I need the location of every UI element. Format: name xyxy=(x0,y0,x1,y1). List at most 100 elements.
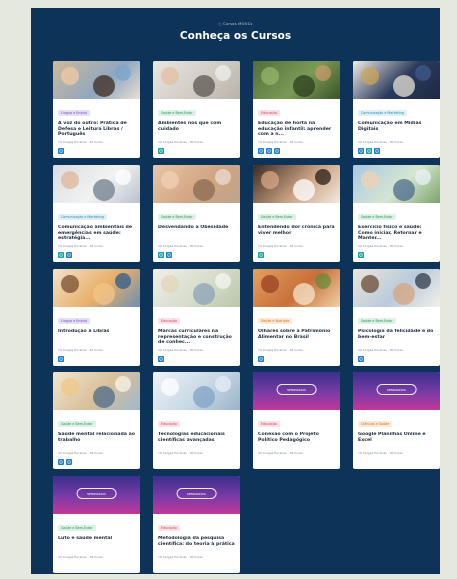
course-card[interactable]: SEMINÁRIOS Saúde e Bem-Estar Luto e saúde … xyxy=(53,476,140,573)
course-title[interactable]: A voz do outro: Prática de Defesa e Leit… xyxy=(58,121,135,138)
course-thumbnail[interactable] xyxy=(53,269,140,307)
course-thumbnail[interactable] xyxy=(153,165,240,203)
resource-icon[interactable] xyxy=(158,148,164,154)
course-icons xyxy=(158,252,240,258)
course-card[interactable]: Saúde e Bem-Estar Entendendo dor crônica … xyxy=(253,165,340,262)
course-thumbnail[interactable] xyxy=(153,269,240,307)
course-thumbnail[interactable] xyxy=(153,61,240,99)
course-card[interactable]: Saúde e Nutrição Olhares sobre a Patrimôn… xyxy=(253,269,340,366)
course-title[interactable]: Comunicação ambientais de emergências em… xyxy=(58,225,135,242)
course-thumbnail[interactable] xyxy=(53,165,140,203)
course-meta: 10 Cargas Horárias · 30 horas xyxy=(258,348,303,352)
category-badge: Ciências e Saúde xyxy=(358,421,393,427)
resource-icon[interactable] xyxy=(358,356,364,362)
resource-icon[interactable] xyxy=(274,148,280,154)
course-icons xyxy=(58,356,140,362)
course-thumbnail[interactable] xyxy=(253,269,340,307)
resource-icon[interactable] xyxy=(258,252,264,258)
course-title[interactable]: Psicologia da felicidade e do bem-estar xyxy=(358,329,435,346)
course-title[interactable]: Saúde mental relacionada ao trabalho xyxy=(58,432,135,449)
course-banner[interactable]: SEMINÁRIOS xyxy=(53,476,140,514)
course-title[interactable]: Tecnologias educacionais científicas ava… xyxy=(158,432,235,449)
course-thumbnail[interactable] xyxy=(353,269,440,307)
course-thumbnail[interactable] xyxy=(353,61,440,99)
resource-icon[interactable] xyxy=(366,148,372,154)
course-icons xyxy=(358,356,440,362)
course-icons xyxy=(358,148,440,154)
course-thumbnail[interactable] xyxy=(253,165,340,203)
course-thumbnail[interactable] xyxy=(353,165,440,203)
course-title[interactable]: Ambientes nos que com cuidado xyxy=(158,121,235,138)
course-meta: 10 Cargas Horárias · 30 horas xyxy=(358,244,403,248)
course-card[interactable]: Saúde e Bem-Estar Saúde mental relacionad… xyxy=(53,372,140,469)
course-title[interactable]: Conexão com o Projeto Político Pedagógic… xyxy=(258,432,335,449)
resource-icon[interactable] xyxy=(58,356,64,362)
course-title[interactable]: Introdução à Libras xyxy=(58,329,135,346)
course-icons xyxy=(258,148,340,154)
course-icons xyxy=(358,252,440,258)
course-card[interactable]: Língua e Ensino A voz do outro: Prática d… xyxy=(53,61,140,158)
course-card[interactable]: Língua e Ensino Introdução à Libras 10 Car… xyxy=(53,269,140,366)
course-title[interactable]: Marcas curriculares na representação e c… xyxy=(158,329,235,346)
resource-icon[interactable] xyxy=(266,148,272,154)
resource-icon[interactable] xyxy=(58,148,64,154)
section-overline: ○ Cursos MOOCs xyxy=(218,22,253,26)
course-card[interactable]: SEMINÁRIOS Ciências e Saúde Google Planilh… xyxy=(353,372,440,469)
course-title[interactable]: Exercício físico e saúde: Como iniciar, … xyxy=(358,225,435,242)
resource-icon[interactable] xyxy=(158,252,164,258)
resource-icon[interactable] xyxy=(358,148,364,154)
course-thumbnail[interactable] xyxy=(253,61,340,99)
banner-label: SEMINÁRIOS xyxy=(276,384,317,395)
category-badge: Educação xyxy=(158,421,180,427)
course-icons xyxy=(258,252,340,258)
category-badge: Comunicação e Marketing xyxy=(58,214,107,220)
course-icons xyxy=(158,148,240,154)
course-title[interactable]: Comunicação em Mídias Digitais xyxy=(358,121,435,138)
resource-icon[interactable] xyxy=(158,356,164,362)
resource-icon[interactable] xyxy=(58,252,64,258)
resource-icon[interactable] xyxy=(58,459,64,465)
course-title[interactable]: Educação de horta na educação infantil: … xyxy=(258,121,335,138)
course-title[interactable]: Luto e saúde mental xyxy=(58,536,135,553)
course-meta: 10 Cargas Horárias · 40 horas xyxy=(58,140,103,144)
course-card[interactable]: SEMINÁRIOS Educação Conexão com o Projeto … xyxy=(253,372,340,469)
course-thumbnail[interactable] xyxy=(53,61,140,99)
course-icons xyxy=(258,356,340,362)
resource-icon[interactable] xyxy=(374,148,380,154)
course-title[interactable]: Metodologia da pesquisa científica: do t… xyxy=(158,536,235,553)
resource-icon[interactable] xyxy=(358,252,364,258)
course-title[interactable]: Entendendo dor crônica para viver melhor xyxy=(258,225,335,242)
resource-icon[interactable] xyxy=(258,148,264,154)
course-banner[interactable]: SEMINÁRIOS xyxy=(153,476,240,514)
course-thumbnail[interactable] xyxy=(153,372,240,410)
course-card[interactable]: Educação Tecnologias educacionais científ… xyxy=(153,372,240,469)
course-meta: 10 Cargas Horárias · 30 horas xyxy=(158,451,203,455)
course-card[interactable]: Comunicação e Marketing Comunicação ambie… xyxy=(53,165,140,262)
course-meta: 10 Cargas Horárias · 30 horas xyxy=(158,140,203,144)
course-thumbnail[interactable] xyxy=(53,372,140,410)
course-card[interactable]: Saúde e Bem-Estar Exercício físico e saúd… xyxy=(353,165,440,262)
course-meta: 10 Cargas Horárias · 30 horas xyxy=(58,244,103,248)
course-card[interactable]: Saúde e Bem-Estar Ambientes nos que com c… xyxy=(153,61,240,158)
course-banner[interactable]: SEMINÁRIOS xyxy=(353,372,440,410)
course-meta: 10 Cargas Horárias · 30 horas xyxy=(258,244,303,248)
resource-icon[interactable] xyxy=(66,459,72,465)
resource-icon[interactable] xyxy=(66,252,72,258)
category-badge: Saúde e Bem-Estar xyxy=(158,110,196,116)
banner-label: SEMINÁRIOS xyxy=(176,488,217,499)
category-badge: Educação xyxy=(258,110,280,116)
course-title[interactable]: Google Planilhas Online e Excel xyxy=(358,432,435,449)
course-card[interactable]: Saúde e Bem-Estar Desvendando a Obesidade… xyxy=(153,165,240,262)
course-banner[interactable]: SEMINÁRIOS xyxy=(253,372,340,410)
resource-icon[interactable] xyxy=(258,356,264,362)
course-card[interactable]: SEMINÁRIOS Educação Metodologia da pesquis… xyxy=(153,476,240,573)
course-title[interactable]: Olhares sobre a Patrimônio Alimentar no … xyxy=(258,329,335,346)
course-icons xyxy=(58,148,140,154)
course-card[interactable]: Educação Marcas curriculares na represent… xyxy=(153,269,240,366)
course-icons xyxy=(158,356,240,362)
course-card[interactable]: Saúde e Bem-Estar Psicologia da felicidad… xyxy=(353,269,440,366)
course-card[interactable]: Comunicação e Marketing Comunicação em Mí… xyxy=(353,61,440,158)
course-card[interactable]: Educação Educação de horta na educação in… xyxy=(253,61,340,158)
course-title[interactable]: Desvendando a Obesidade xyxy=(158,225,235,242)
resource-icon[interactable] xyxy=(166,252,172,258)
